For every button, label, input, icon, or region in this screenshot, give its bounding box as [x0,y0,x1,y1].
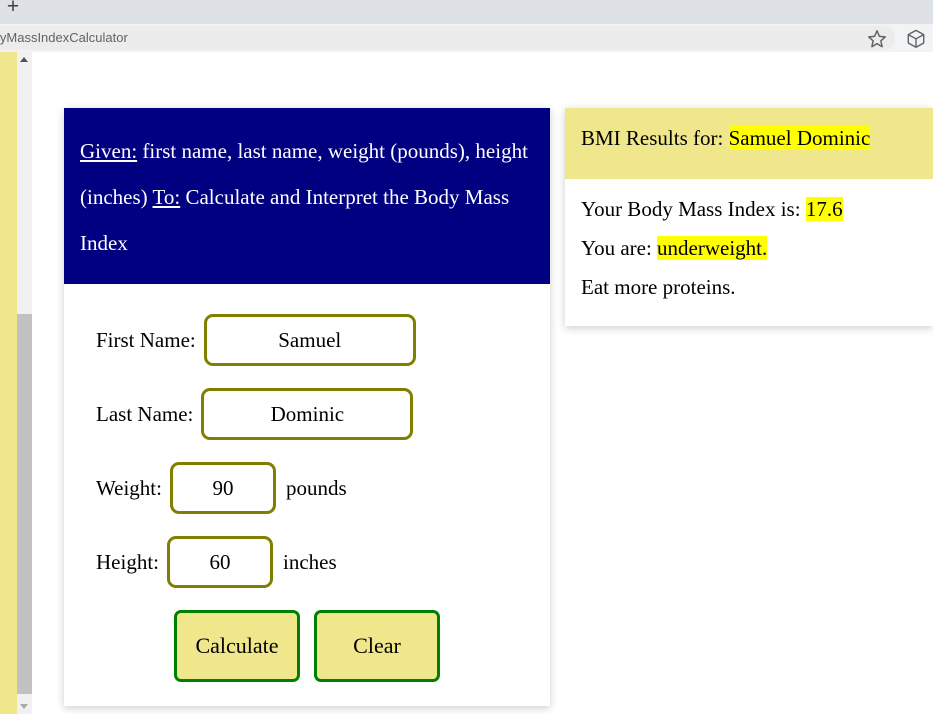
given-label: Given: [80,139,138,163]
address-bar-text: lyMassIndexCalculator [0,30,128,45]
form-button-row: Calculate Clear [64,610,550,682]
intro-banner: Given: first name, last name, weight (po… [64,108,550,284]
first-name-input[interactable] [203,314,416,366]
browser-toolbar: lyMassIndexCalculator [0,24,933,52]
scroll-down-arrow-icon[interactable] [17,699,32,714]
last-name-label: Last Name: [96,401,194,426]
browser-tab-strip: + [0,0,933,24]
field-row-first-name: First Name: [64,314,550,366]
height-label: Height: [96,549,159,574]
bmi-form-card: Given: first name, last name, weight (po… [64,108,550,706]
results-header-prefix: BMI Results for: [581,126,724,150]
address-bar[interactable]: lyMassIndexCalculator [0,26,895,50]
field-row-weight: Weight: pounds [64,462,550,514]
bmi-status-label: You are: [581,236,652,260]
status-badge: underweight. [657,236,768,260]
weight-input[interactable] [169,462,276,514]
bmi-results-card: BMI Results for: Samuel Dominic Your Bod… [565,108,933,326]
page-viewport: Given: first name, last name, weight (po… [0,52,933,714]
vertical-scrollbar[interactable] [17,52,32,714]
scroll-up-arrow-icon[interactable] [17,52,32,67]
bmi-form: First Name: Last Name: Weight: pounds He… [64,284,550,706]
results-header: BMI Results for: Samuel Dominic [565,108,933,179]
height-unit-label: inches [283,549,337,574]
scrollbar-thumb[interactable] [17,314,32,694]
bmi-value-label: Your Body Mass Index is: [581,197,801,221]
to-label: To: [152,185,181,209]
star-icon[interactable] [866,28,888,50]
bmi-value: 17.6 [805,197,843,221]
field-row-height: Height: inches [64,536,550,588]
bmi-status-line: You are: underweight. [581,236,917,261]
field-row-last-name: Last Name: [64,388,550,440]
results-body: Your Body Mass Index is: 17.6 You are: u… [565,179,933,326]
bmi-advice: Eat more proteins. [581,275,736,299]
first-name-label: First Name: [96,327,196,352]
results-person-name: Samuel Dominic [728,126,871,150]
bmi-value-line: Your Body Mass Index is: 17.6 [581,197,917,222]
cube-icon[interactable] [905,28,927,50]
height-input[interactable] [167,536,273,588]
weight-label: Weight: [96,475,162,500]
clear-button[interactable]: Clear [314,610,440,682]
weight-unit-label: pounds [285,475,347,500]
calculate-button[interactable]: Calculate [174,610,300,682]
new-tab-button[interactable]: + [2,0,24,18]
last-name-input[interactable] [201,388,414,440]
